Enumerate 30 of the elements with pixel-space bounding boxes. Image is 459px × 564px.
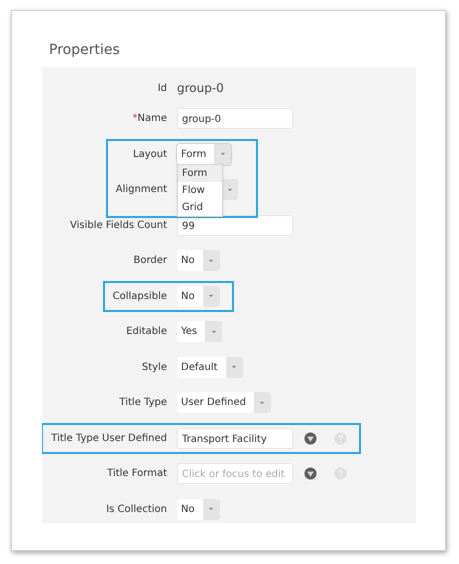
caret-icon bbox=[231, 365, 238, 370]
field-label: Border bbox=[133, 255, 167, 266]
field-label: Is Collection bbox=[106, 504, 167, 515]
field-value: group-0 bbox=[177, 81, 224, 95]
section-title: Properties bbox=[49, 42, 121, 60]
dropdown-option[interactable]: Form bbox=[178, 164, 222, 182]
caret-icon bbox=[210, 330, 217, 334]
field-label: Editable bbox=[126, 326, 167, 338]
caret-icon bbox=[208, 294, 214, 298]
field-label: Collapsible bbox=[112, 290, 167, 302]
field-label: Id bbox=[158, 82, 167, 94]
dropdown-option[interactable]: Flow bbox=[178, 182, 222, 199]
caret-icon bbox=[208, 258, 214, 263]
caret-icon bbox=[259, 400, 266, 405]
caret-icon bbox=[208, 507, 214, 512]
field-label: *Name bbox=[132, 113, 167, 124]
triangle-circle-icon[interactable] bbox=[304, 432, 317, 445]
field-label: Layout bbox=[133, 148, 167, 160]
field-label: Style bbox=[142, 362, 167, 373]
field-label: Title Format bbox=[107, 468, 167, 480]
text-field[interactable]: Transport Facility bbox=[177, 428, 293, 449]
field-label: Visible Fields Count bbox=[70, 220, 167, 231]
triangle-circle-icon[interactable] bbox=[304, 467, 317, 480]
field-label: Alignment bbox=[116, 184, 167, 196]
field-label: Title Type User Defined bbox=[51, 432, 167, 444]
field-label: Title Type bbox=[119, 397, 167, 408]
text-field[interactable]: group-0 bbox=[177, 108, 293, 130]
caret-icon bbox=[220, 152, 226, 156]
caret-icon bbox=[226, 188, 232, 192]
dropdown-option[interactable]: Grid bbox=[178, 198, 222, 216]
